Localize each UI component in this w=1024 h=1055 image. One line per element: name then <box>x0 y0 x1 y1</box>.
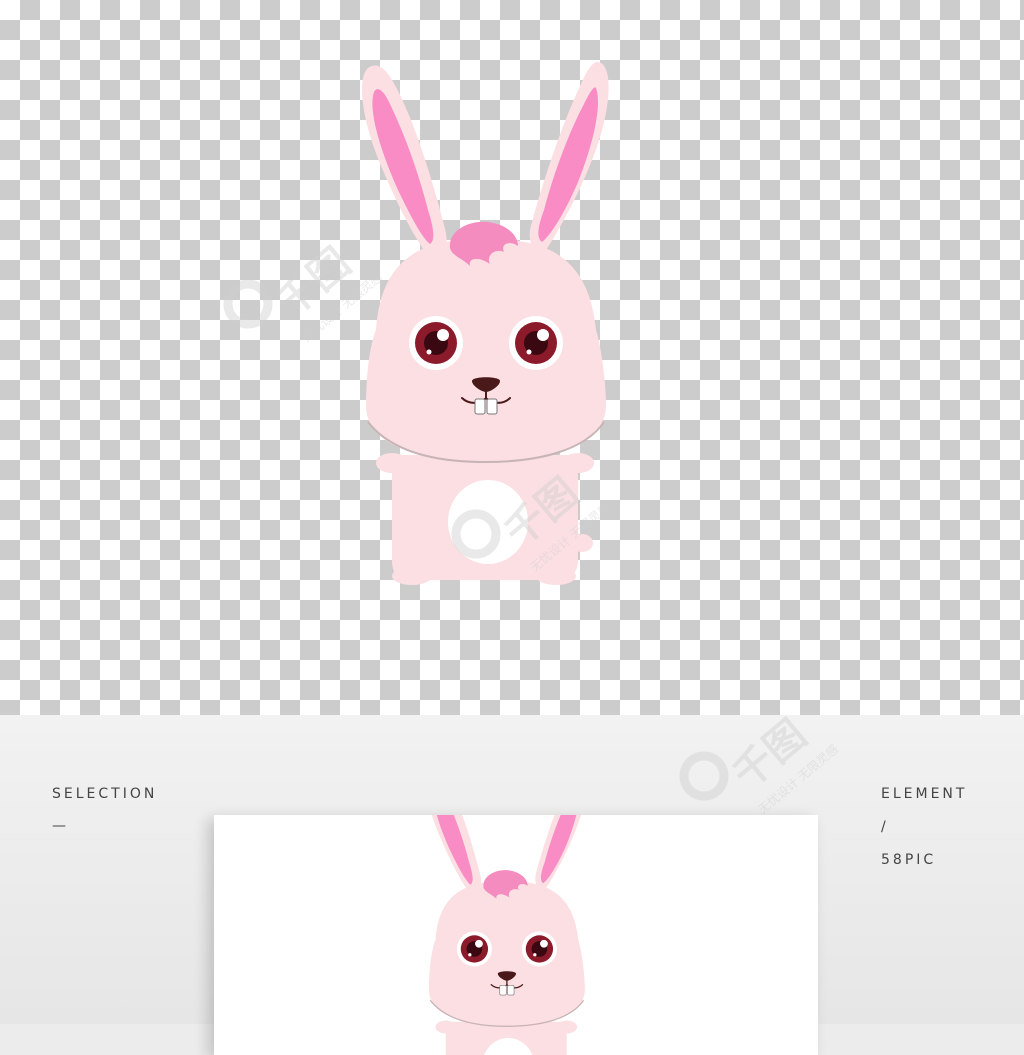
element-slash: / <box>881 819 889 835</box>
rabbit-preview <box>425 815 588 1055</box>
element-label: ELEMENT <box>881 786 968 802</box>
brand-label: 58PIC <box>881 852 937 868</box>
preview-card <box>214 815 818 1055</box>
rabbit-illustration <box>361 60 610 586</box>
selection-dash: — <box>52 818 69 834</box>
selection-label: SELECTION <box>52 786 158 802</box>
